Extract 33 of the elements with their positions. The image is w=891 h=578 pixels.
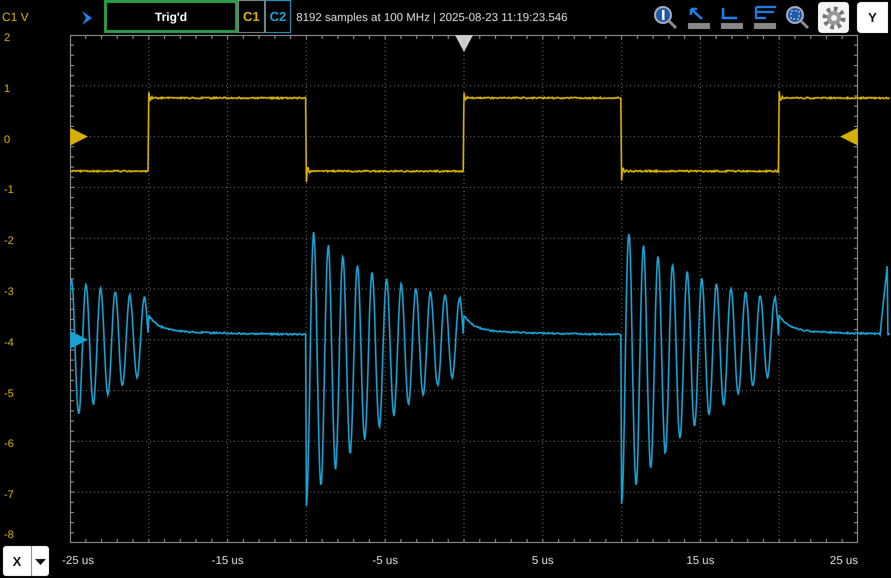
x-axis-label: 5 us xyxy=(532,555,554,567)
x-axis-label: -15 us xyxy=(212,555,244,567)
y-axis-label: -2 xyxy=(4,235,14,248)
y-axis-label: 2 xyxy=(4,32,10,44)
y-axis-label: 0 xyxy=(4,134,10,146)
acquisition-info: 8192 samples at 100 MHz | 2025-08-23 11:19:23.546 xyxy=(296,12,568,24)
x-axis-label: 15 us xyxy=(686,555,714,567)
y-axis-label: -3 xyxy=(4,286,14,298)
channel-button[interactable]: C2 xyxy=(264,0,292,33)
trigger-status: Trig'd xyxy=(104,0,238,33)
offset-marker[interactable] xyxy=(70,128,88,146)
y-axis-label: 1 xyxy=(4,82,10,95)
zoom-fit-icon[interactable] xyxy=(785,4,811,30)
units-label: C1 V xyxy=(1,9,30,26)
x-axis-dropdown[interactable]: X xyxy=(3,546,49,576)
offset-marker[interactable] xyxy=(70,330,88,349)
y-axis-label: -4 xyxy=(4,336,14,349)
zoom-icon[interactable] xyxy=(653,4,679,30)
y-axis-label: -1 xyxy=(4,184,14,196)
cursors-ruler-icon[interactable] xyxy=(752,4,778,30)
trigger-level-marker[interactable] xyxy=(840,128,858,146)
x-axis-label: 25 us xyxy=(830,555,858,567)
channel-button[interactable]: C1 xyxy=(238,0,265,33)
x-axis-label: -5 us xyxy=(372,555,398,567)
x-axis-label: -25 us xyxy=(62,555,94,567)
y-axis-label: -5 xyxy=(4,388,14,400)
y-axis-label: -6 xyxy=(4,438,14,450)
caret-icon xyxy=(31,546,49,576)
y-axis-label: -7 xyxy=(4,489,14,502)
trigger-time-marker[interactable] xyxy=(455,35,473,52)
y-axis-label: -8 xyxy=(4,529,14,541)
settings-button[interactable] xyxy=(818,2,849,33)
y-axis-button[interactable]: Y xyxy=(857,2,888,33)
